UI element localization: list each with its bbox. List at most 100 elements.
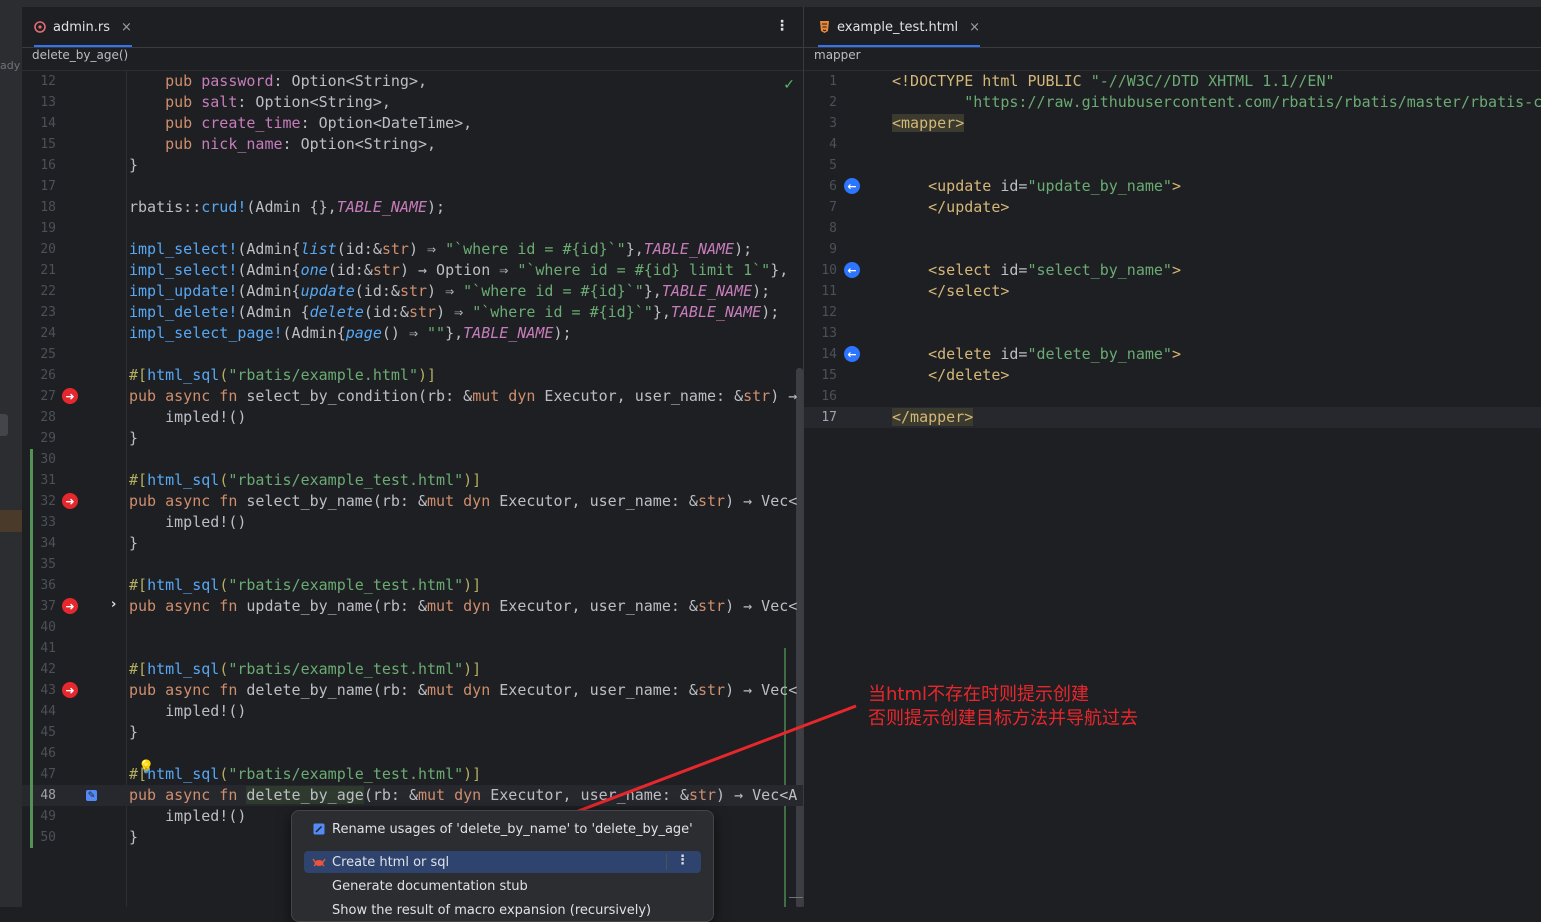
more-options-icon[interactable]: ⋮ — [775, 18, 789, 34]
code-line[interactable]: 3 <mapper> — [804, 113, 1541, 134]
code-line[interactable]: 48 pub async fn delete_by_age(rb: &mut dy… — [22, 785, 803, 806]
code-line[interactable]: 36 #[html_sql("rbatis/example_test.html")… — [22, 575, 803, 596]
more-options-icon[interactable]: ⋮ — [676, 853, 689, 868]
code-line[interactable]: 29} — [22, 428, 803, 449]
navigate-to-sql-icon[interactable]: ➜ — [62, 598, 78, 614]
fold-chevron-icon[interactable]: › — [111, 597, 116, 612]
code-line[interactable]: 37 pub async fn update_by_name(rb: &mut d… — [22, 596, 803, 617]
navigate-to-rust-icon[interactable]: ← — [844, 262, 860, 278]
side-tool-button[interactable] — [0, 414, 8, 436]
line-number: 35 — [40, 557, 56, 572]
line-number: 15 — [821, 368, 837, 383]
code-line[interactable]: 42 #[html_sql("rbatis/example_test.html")… — [22, 659, 803, 680]
vcs-change-marker[interactable] — [30, 449, 33, 848]
code-line[interactable]: 40 — [22, 617, 803, 638]
tab-admin-rs[interactable]: admin.rs × — [34, 7, 132, 47]
code-line[interactable]: 4 — [804, 134, 1541, 155]
code-text: </select> — [928, 282, 1010, 300]
code-text: #[html_sql("rbatis/example_test.html")] — [129, 471, 482, 489]
code-line[interactable]: 8 — [804, 218, 1541, 239]
menu-item-create-html-or-sql[interactable]: Create html or sql ⋮ — [304, 851, 701, 873]
navigate-to-sql-icon[interactable]: ➜ — [62, 493, 78, 509]
code-line[interactable]: 2 "https://raw.githubusercontent.com/rba… — [804, 92, 1541, 113]
line-number: 18 — [40, 200, 56, 215]
code-line[interactable]: 32 pub async fn select_by_name(rb: &mut d… — [22, 491, 803, 512]
code-line[interactable]: 24 impl_select_page!(Admin{page() ⇒ ""},T… — [22, 323, 803, 344]
menu-item-show-macro-expansion[interactable]: Show the result of macro expansion (recu… — [304, 899, 701, 921]
code-line[interactable]: 43 pub async fn delete_by_name(rb: &mut d… — [22, 680, 803, 701]
menu-item-rename-usages[interactable]: Rename usages of 'delete_by_name' to 'de… — [304, 818, 701, 840]
code-line[interactable]: 12 — [804, 302, 1541, 323]
menu-item-label: Generate documentation stub — [332, 878, 528, 894]
line-number: 41 — [40, 641, 56, 656]
code-line[interactable]: 34} — [22, 533, 803, 554]
code-line[interactable]: 22 impl_update!(Admin{update(id:&str) ⇒ "… — [22, 281, 803, 302]
code-line[interactable]: 27 pub async fn select_by_condition(rb: &… — [22, 386, 803, 407]
tab-example-test-html[interactable]: example_test.html × — [818, 7, 981, 47]
code-line[interactable]: 7 </update> — [804, 197, 1541, 218]
code-line[interactable]: 16} — [22, 155, 803, 176]
lightbulb-icon[interactable]: 💡 — [138, 760, 154, 775]
code-line[interactable]: 21 impl_select!(Admin{one(id:&str) → Opti… — [22, 260, 803, 281]
code-line[interactable]: 10 <select id="select_by_name"> — [804, 260, 1541, 281]
code-line[interactable]: 35 — [22, 554, 803, 575]
code-editor[interactable]: ✓ 12 pub password: Option<String>, 13 pub… — [22, 71, 803, 907]
code-line[interactable]: 18 rbatis::crud!(Admin {},TABLE_NAME); — [22, 197, 803, 218]
code-line[interactable]: 44 impled!() — [22, 701, 803, 722]
code-text: <!DOCTYPE html PUBLIC "-//W3C//DTD XHTML… — [892, 72, 1335, 90]
code-line[interactable]: 23 impl_delete!(Admin {delete(id:&str) ⇒ … — [22, 302, 803, 323]
code-text: <update id="update_by_name"> — [928, 177, 1181, 195]
code-line[interactable]: 11 </select> — [804, 281, 1541, 302]
code-line[interactable]: 9 — [804, 239, 1541, 260]
code-line[interactable]: 13 — [804, 323, 1541, 344]
code-line[interactable]: 31 #[html_sql("rbatis/example_test.html")… — [22, 470, 803, 491]
navigate-to-sql-icon[interactable]: ➜ — [62, 388, 78, 404]
line-number: 3 — [829, 116, 837, 131]
close-icon[interactable]: × — [121, 20, 132, 35]
code-line[interactable]: 28 impled!() — [22, 407, 803, 428]
code-line[interactable]: 19 — [22, 218, 803, 239]
code-line[interactable]: 16 — [804, 386, 1541, 407]
code-line[interactable]: 20 impl_select!(Admin{list(id:&str) ⇒ "`w… — [22, 239, 803, 260]
breadcrumb[interactable]: mapper — [804, 48, 1541, 71]
code-editor[interactable]: 1 <!DOCTYPE html PUBLIC "-//W3C//DTD XHTM… — [804, 71, 1541, 907]
code-text: #[html_sql("rbatis/example.html")] — [129, 366, 437, 384]
code-line[interactable]: 5 — [804, 155, 1541, 176]
code-line[interactable]: 41 — [22, 638, 803, 659]
code-line[interactable]: 14 pub create_time: Option<DateTime>, — [22, 113, 803, 134]
line-number: 16 — [40, 158, 56, 173]
line-number: 13 — [40, 95, 56, 110]
code-line[interactable]: 6 <update id="update_by_name"> — [804, 176, 1541, 197]
side-tool-strip: ady — [0, 7, 22, 907]
menu-item-generate-doc-stub[interactable]: Generate documentation stub — [304, 875, 701, 897]
navigate-to-rust-icon[interactable]: ← — [844, 178, 860, 194]
line-number: 43 — [40, 683, 56, 698]
code-line[interactable]: 25 — [22, 344, 803, 365]
line-number: 5 — [829, 158, 837, 173]
code-text: pub async fn select_by_name(rb: &mut dyn… — [129, 492, 798, 510]
rename-icon[interactable]: ✎ — [86, 790, 97, 801]
code-line[interactable]: 1 <!DOCTYPE html PUBLIC "-//W3C//DTD XHTM… — [804, 71, 1541, 92]
code-line[interactable]: 14 <delete id="delete_by_name"> — [804, 344, 1541, 365]
breadcrumb[interactable]: delete_by_age() — [22, 48, 803, 71]
code-line[interactable]: 12 pub password: Option<String>, — [22, 71, 803, 92]
close-icon[interactable]: × — [969, 20, 980, 35]
code-text: #[html_sql("rbatis/example_test.html")] — [129, 765, 482, 783]
code-line[interactable]: 26 #[html_sql("rbatis/example.html")] — [22, 365, 803, 386]
code-line[interactable]: 45} — [22, 722, 803, 743]
code-line[interactable]: 33 impled!() — [22, 512, 803, 533]
navigate-to-sql-icon[interactable]: ➜ — [62, 682, 78, 698]
code-line[interactable]: 17 </mapper> — [804, 407, 1541, 428]
code-line[interactable]: 15 pub nick_name: Option<String>, — [22, 134, 803, 155]
code-line[interactable]: 30 — [22, 449, 803, 470]
code-text: "https://raw.githubusercontent.com/rbati… — [964, 93, 1541, 111]
code-text: pub async fn select_by_condition(rb: &mu… — [129, 387, 798, 405]
navigate-to-rust-icon[interactable]: ← — [844, 346, 860, 362]
code-line[interactable]: 17 — [22, 176, 803, 197]
code-text: } — [129, 828, 139, 846]
menu-item-label: Rename usages of 'delete_by_name' to 'de… — [332, 821, 693, 837]
code-line[interactable]: 13 pub salt: Option<String>, — [22, 92, 803, 113]
code-text: impl_select!(Admin{list(id:&str) ⇒ "`whe… — [129, 240, 753, 258]
left-tab-bar: admin.rs × ⋮ — [22, 7, 803, 48]
code-line[interactable]: 15 </delete> — [804, 365, 1541, 386]
